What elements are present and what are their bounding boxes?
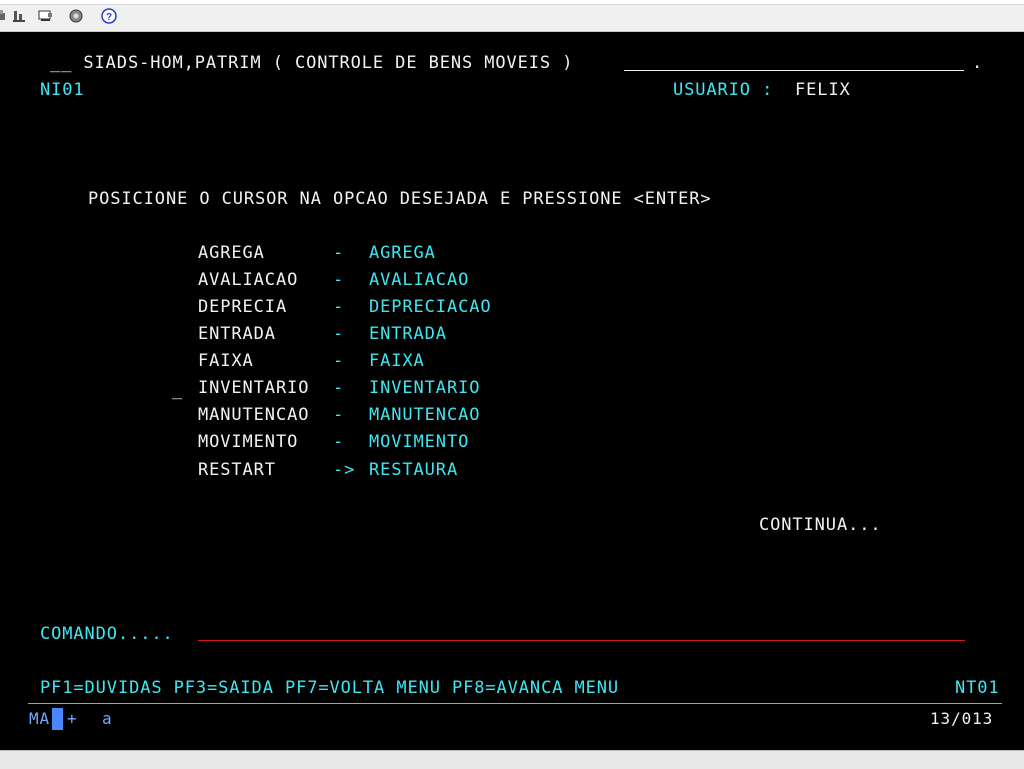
help-icon[interactable]: ?	[101, 8, 117, 24]
svg-text:?: ?	[106, 12, 112, 23]
title-underline	[624, 70, 964, 71]
menu-item-code[interactable]: AVALIACAO	[198, 269, 298, 291]
command-input-underline	[198, 640, 965, 641]
status-mode: MA	[29, 709, 51, 728]
screen-code: NT01	[955, 678, 1000, 698]
menu-item-separator: -	[333, 243, 345, 263]
status-indicator: +	[67, 709, 78, 728]
copy-screen-icon[interactable]	[38, 8, 54, 24]
menu-item-description: RESTAURA	[369, 460, 459, 480]
menu-item-separator: -	[333, 297, 345, 317]
menu-item-separator: -	[333, 324, 345, 344]
menu-item-description: AVALIACAO	[369, 270, 470, 290]
menu-item-code[interactable]: MOVIMENTO	[198, 431, 298, 453]
menu-item-code[interactable]: ENTRADA	[198, 323, 276, 345]
window-bottom-bar	[0, 750, 1024, 769]
menu-item-description: MANUTENCAO	[369, 405, 481, 425]
menu-item-separator: -	[333, 270, 345, 290]
menu-item-description: MOVIMENTO	[369, 432, 470, 452]
menu-item-separator: -	[333, 378, 345, 398]
menu-cursor-marker: _	[172, 380, 184, 400]
settings-icon[interactable]	[68, 8, 84, 24]
status-input: a	[102, 709, 113, 728]
user-label: USUARIO :	[673, 80, 774, 100]
menu-item-code[interactable]: RESTART	[198, 459, 276, 481]
menu-item-code[interactable]: FAIXA	[198, 350, 254, 372]
cursor-block	[52, 708, 63, 730]
menu-item-description: AGREGA	[369, 243, 436, 263]
cursor-position: 13/013	[930, 709, 994, 728]
menu-item-description: INVENTARIO	[369, 378, 481, 398]
toolbar-top-border	[0, 0, 1024, 5]
menu-item-separator: -	[333, 432, 345, 452]
command-label: COMANDO.....	[40, 624, 174, 644]
status-separator	[28, 703, 1002, 704]
menu-item-description: ENTRADA	[369, 324, 447, 344]
emulator-toolbar: ?	[0, 0, 1024, 32]
menu-item-separator: -	[333, 405, 345, 425]
function-keys-legend: PF1=DUVIDAS PF3=SAIDA PF7=VOLTA MENU PF8…	[40, 678, 620, 698]
menu-item-code[interactable]: DEPRECIA	[198, 296, 287, 318]
screen-id: NI01	[40, 80, 85, 100]
terminal-screen[interactable]: __ SIADS-HOM,PATRIM ( CONTROLE DE BENS M…	[0, 32, 1024, 750]
instruction-text: POSICIONE O CURSOR NA OPCAO DESEJADA E P…	[88, 189, 712, 209]
print-icon[interactable]	[0, 8, 12, 24]
menu-item-code[interactable]: MANUTENCAO	[198, 404, 309, 426]
continua-indicator: CONTINUA...	[759, 515, 882, 535]
screen-title: __ SIADS-HOM,PATRIM ( CONTROLE DE BENS M…	[50, 53, 574, 73]
menu-item-code[interactable]: AGREGA	[198, 242, 265, 264]
menu-item-separator: ->	[333, 460, 356, 480]
menu-item-separator: -	[333, 351, 345, 371]
title-end: .	[972, 53, 984, 73]
save-icon[interactable]	[12, 8, 28, 24]
menu-item-description: FAIXA	[369, 351, 425, 371]
menu-item-description: DEPRECIACAO	[369, 297, 492, 317]
user-name: FELIX	[795, 80, 851, 100]
menu-item-code[interactable]: INVENTARIO	[198, 377, 309, 399]
